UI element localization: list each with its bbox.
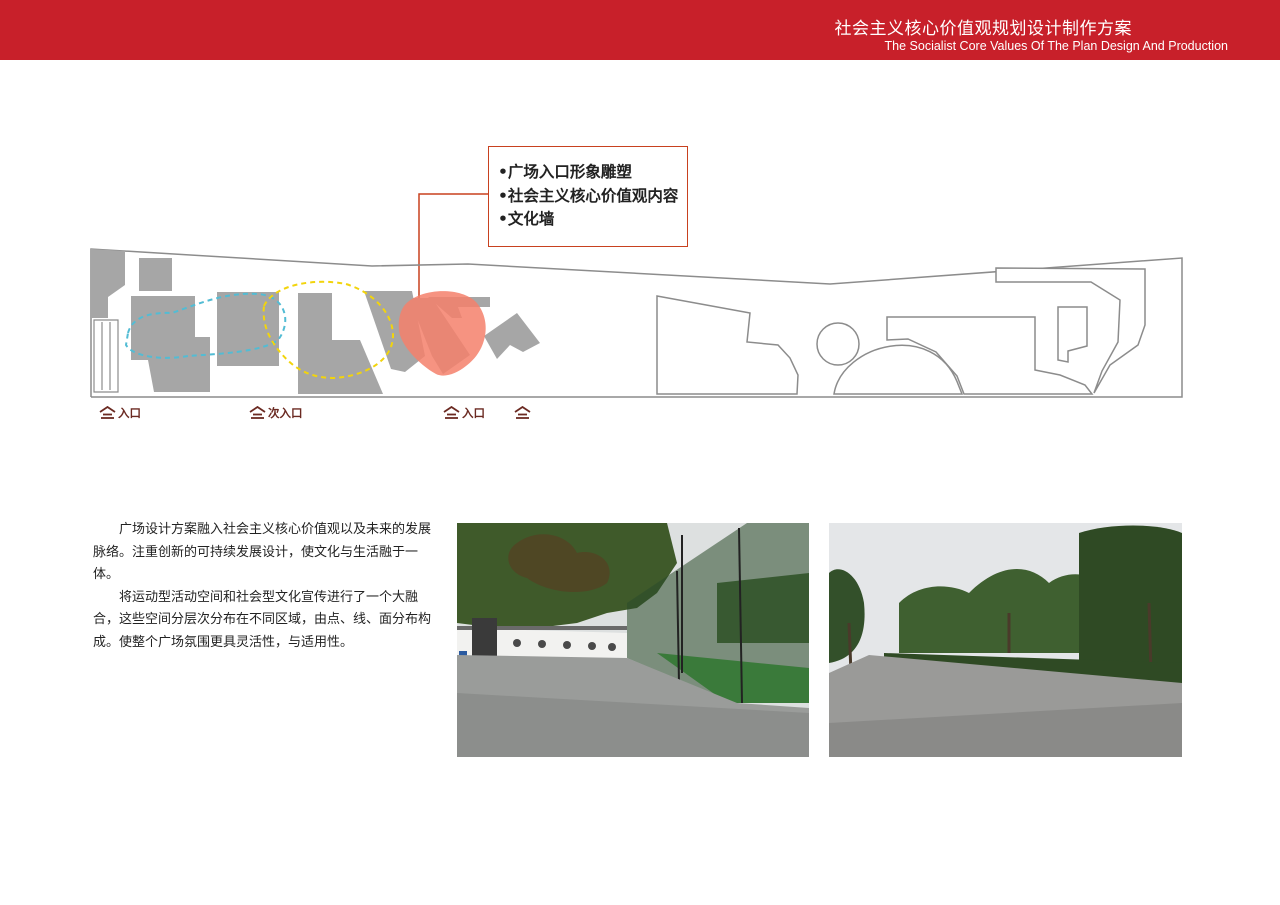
entrance-icon bbox=[99, 406, 116, 419]
building bbox=[217, 292, 279, 366]
callout-item: •文化墙 bbox=[498, 210, 555, 228]
description: 广场设计方案融入社会主义核心价值观以及未来的发展脉络。注重创新的可持续发展设计，… bbox=[93, 519, 438, 655]
entrance-label: 入口 bbox=[462, 406, 485, 420]
entrance-label: 入口 bbox=[118, 406, 141, 420]
building bbox=[656, 295, 799, 395]
site-plan bbox=[90, 193, 1183, 398]
entrance-icon bbox=[514, 406, 531, 419]
entrance-marker: 入口 bbox=[99, 404, 141, 422]
building bbox=[91, 249, 125, 318]
description-paragraph: 将运动型活动空间和社会型文化宣传进行了一个大融合，这些空间分层次分布在不同区域，… bbox=[93, 589, 432, 650]
callout-item: •广场入口形象雕塑 bbox=[498, 163, 632, 181]
building bbox=[484, 313, 540, 359]
entrance-marker bbox=[514, 404, 533, 422]
building bbox=[139, 258, 172, 291]
photo-road bbox=[829, 523, 1182, 757]
entrance-marker: 次入口 bbox=[249, 404, 303, 422]
callout-leader-line bbox=[418, 193, 488, 302]
building bbox=[816, 322, 860, 366]
entrance-icon bbox=[249, 406, 266, 419]
building bbox=[131, 296, 210, 392]
callout-item: •社会主义核心价值观内容 bbox=[498, 186, 679, 205]
small-building bbox=[93, 319, 119, 393]
entrance-icon bbox=[443, 406, 460, 419]
photo-sports-court bbox=[457, 523, 809, 757]
building bbox=[1057, 306, 1088, 363]
entrance-label: 次入口 bbox=[268, 406, 303, 420]
callout-box: •广场入口形象雕塑 •社会主义核心价值观内容 •文化墙 bbox=[488, 146, 688, 247]
entrance-marker: 入口 bbox=[443, 404, 485, 422]
description-paragraph: 广场设计方案融入社会主义核心价值观以及未来的发展脉络。注重创新的可持续发展设计，… bbox=[93, 522, 432, 583]
